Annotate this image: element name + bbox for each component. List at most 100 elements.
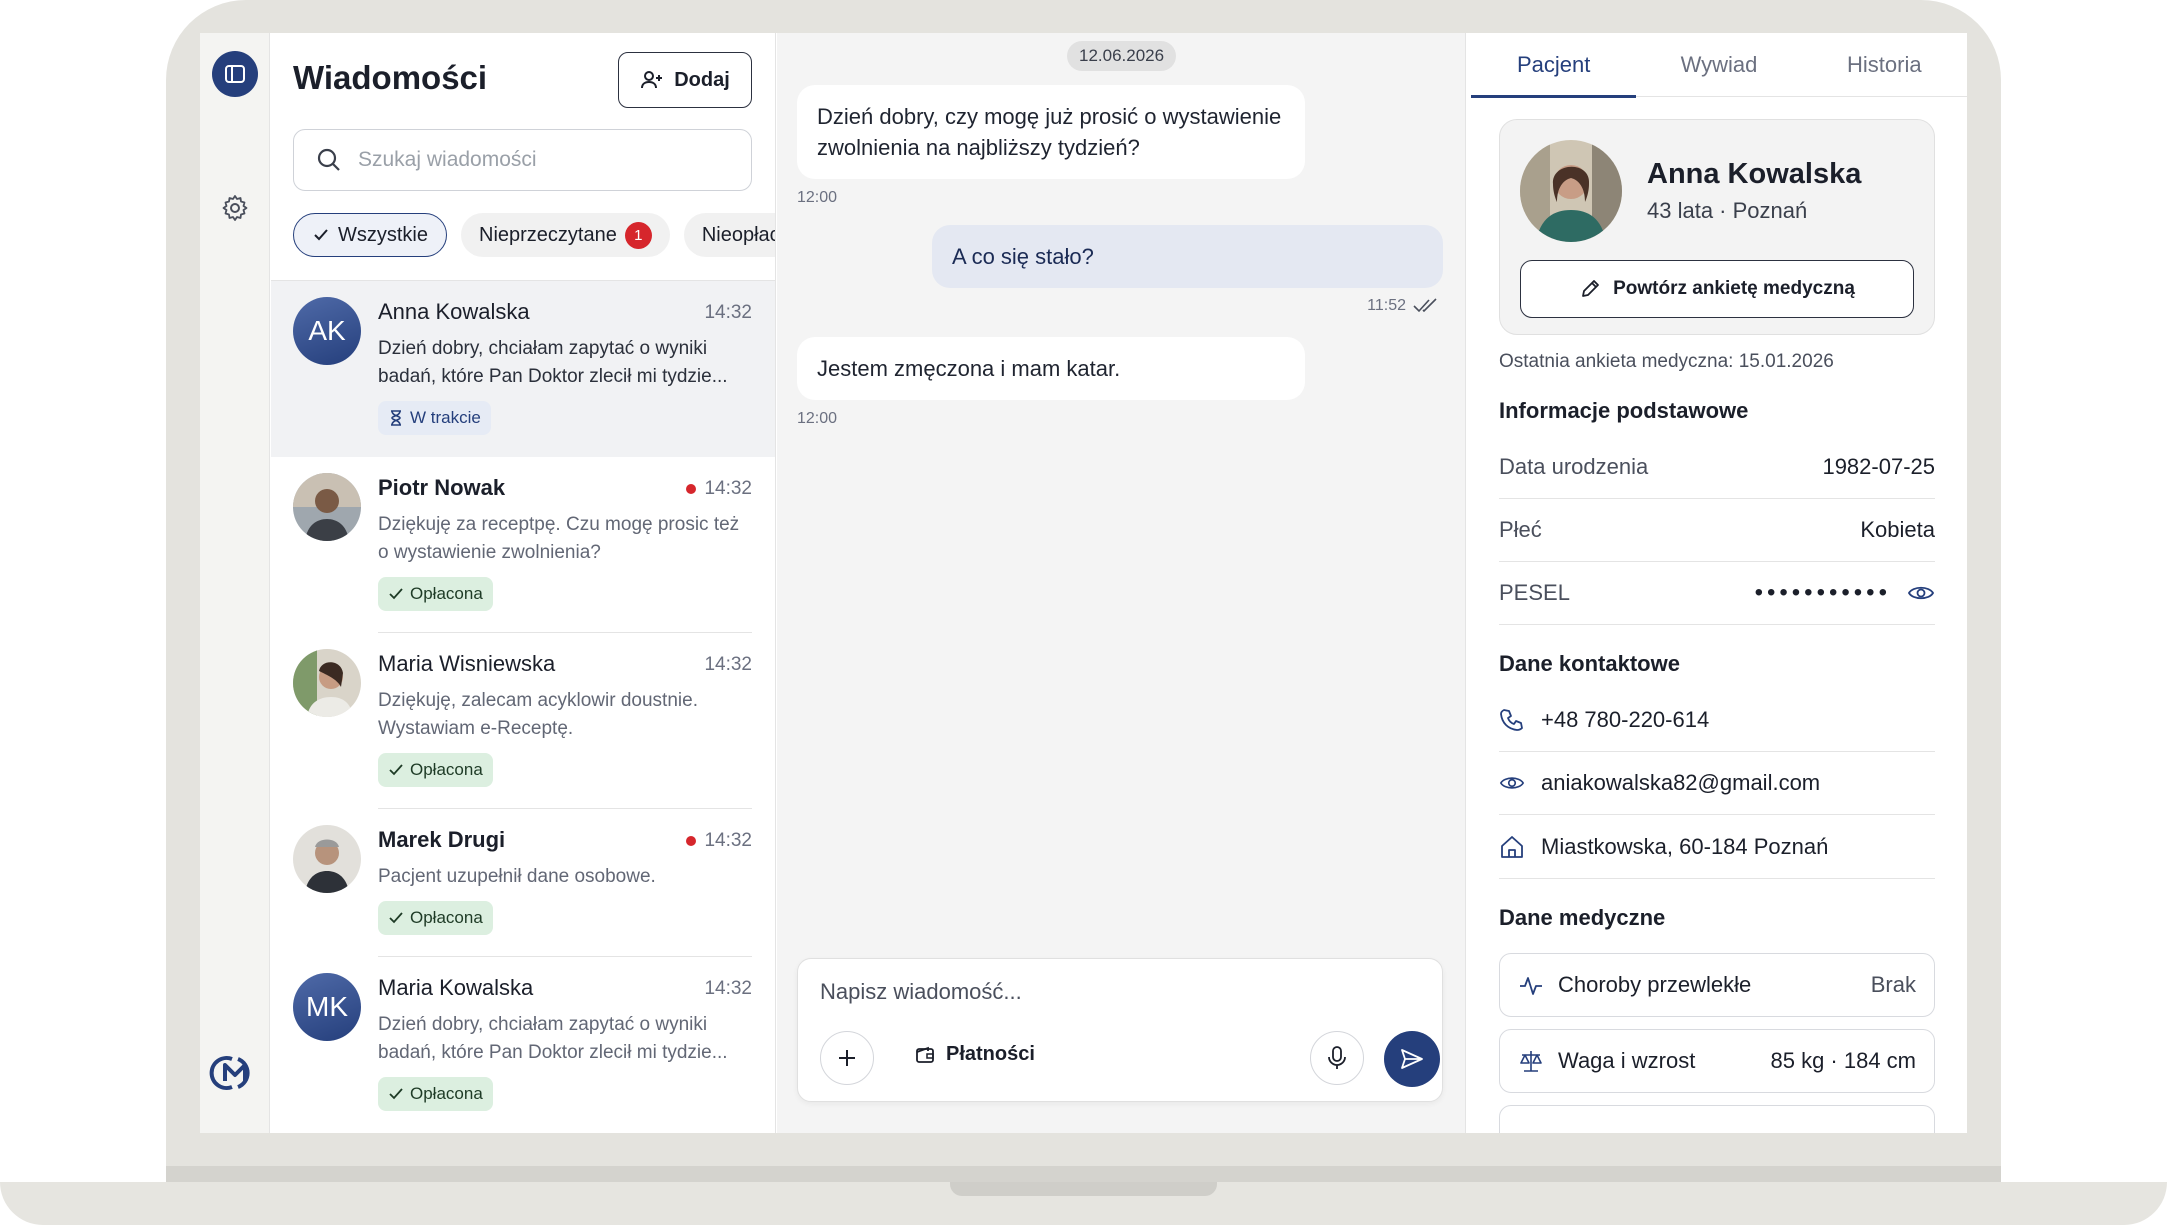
message-timestamp: 11:52 bbox=[1367, 297, 1442, 315]
laptop-notch bbox=[950, 1182, 1217, 1196]
add-button[interactable]: Dodaj bbox=[618, 52, 752, 108]
payments-label: Płatności bbox=[946, 1043, 1035, 1065]
pesel-masked: ••••••••••• bbox=[1754, 579, 1891, 606]
medical-card[interactable] bbox=[1499, 1105, 1935, 1133]
gear-icon bbox=[222, 195, 248, 221]
message-input[interactable] bbox=[820, 979, 1420, 1005]
patient-card: Anna Kowalska 43 lata · Poznań Powtórz a… bbox=[1499, 119, 1935, 335]
patient-avatar-photo bbox=[1520, 140, 1622, 242]
avatar-photo bbox=[293, 649, 361, 717]
tab-history[interactable]: Historia bbox=[1802, 33, 1967, 96]
check-icon bbox=[389, 912, 403, 924]
tab-patient[interactable]: Pacjent bbox=[1471, 33, 1637, 98]
check-icon bbox=[389, 588, 403, 600]
date-separator: 12.06.2026 bbox=[1067, 41, 1177, 71]
time-text: 12:00 bbox=[797, 410, 838, 427]
message-time: 14:32 bbox=[686, 478, 752, 500]
time-text: 14:32 bbox=[704, 478, 752, 499]
info-row: PESEL ••••••••••• bbox=[1499, 562, 1935, 625]
check-icon bbox=[389, 764, 403, 776]
status-text: Opłacona bbox=[410, 584, 483, 603]
contact-name: Maria Kowalska bbox=[378, 975, 534, 1000]
medical-card[interactable]: Choroby przewlekłe Brak bbox=[1499, 953, 1935, 1017]
patient-photo bbox=[1520, 140, 1622, 242]
avatar bbox=[293, 649, 361, 717]
conversation-item[interactable]: Marek Drugi 14:32 Pacjent uzupełnił dane… bbox=[271, 809, 775, 957]
page-title: Wiadomości bbox=[293, 59, 488, 96]
pesel-value-wrap: ••••••••••• bbox=[1755, 579, 1935, 607]
avatar-photo bbox=[293, 825, 361, 893]
check-icon bbox=[389, 1088, 403, 1100]
filter-unread-label: Nieprzeczytane bbox=[479, 223, 617, 246]
add-user-icon bbox=[641, 71, 663, 89]
medical-label: Waga i wzrost bbox=[1558, 1048, 1696, 1073]
time-text: 14:32 bbox=[704, 830, 752, 851]
message-preview: Dzień dobry, chciałam zapytać o wyniki b… bbox=[378, 338, 728, 387]
plus-icon bbox=[839, 1050, 855, 1066]
attach-button[interactable] bbox=[820, 1031, 874, 1085]
message-preview: Dziękuję, zalecam acyklowir doustnie. Wy… bbox=[378, 690, 698, 739]
filter-unpaid-chip[interactable]: Nieopłacone bbox=[683, 213, 775, 257]
info-row: Data urodzenia 1982-07-25 bbox=[1499, 436, 1935, 499]
avatar: AK bbox=[293, 297, 361, 365]
repeat-survey-button[interactable]: Powtórz ankietę medyczną bbox=[1520, 260, 1914, 318]
message-preview: Dziękuję za receptpę. Czu mogę prosic te… bbox=[378, 514, 740, 563]
home-address: Miastkowska, 60-184 Poznań bbox=[1541, 833, 1829, 859]
contact-row[interactable]: aniakowalska82@gmail.com bbox=[1499, 752, 1935, 815]
phone-icon bbox=[1500, 709, 1523, 731]
eye-icon[interactable] bbox=[1907, 583, 1935, 603]
avatar: MK bbox=[293, 973, 361, 1041]
filter-unread-chip[interactable]: Nieprzeczytane 1 bbox=[461, 213, 670, 257]
add-button-label: Dodaj bbox=[674, 68, 730, 91]
avatar bbox=[293, 825, 361, 893]
divider bbox=[1499, 878, 1935, 879]
message-preview: Dzień dobry, chciałam zapytać o wyniki b… bbox=[378, 1014, 728, 1063]
status-text: W trakcie bbox=[410, 408, 481, 427]
check-icon bbox=[314, 229, 328, 241]
contact-row[interactable]: +48 780-220-614 bbox=[1499, 689, 1935, 752]
patient-panel: Pacjent Wywiad Historia Anna Kowalska 43… bbox=[1467, 33, 1967, 1133]
hourglass-icon bbox=[391, 410, 401, 426]
section-title: Dane kontaktowe bbox=[1499, 651, 1680, 676]
filter-all-chip[interactable]: Wszystkie bbox=[293, 213, 447, 257]
email-address: aniakowalska82@gmail.com bbox=[1541, 770, 1821, 795]
patient-tabs: Pacjent Wywiad Historia bbox=[1471, 33, 1967, 98]
info-value: Kobieta bbox=[1860, 517, 1935, 542]
payments-button[interactable]: Płatności bbox=[914, 1043, 1035, 1066]
message-preview: Pacjent uzupełnił dane osobowe. bbox=[378, 866, 656, 887]
section-title: Dane medyczne bbox=[1499, 905, 1666, 930]
conversation-item[interactable]: Maria Wisniewska 14:32 Dziękuję, zalecam… bbox=[271, 633, 775, 809]
medical-card[interactable]: Waga i wzrost 85 kg · 184 cm bbox=[1499, 1029, 1935, 1093]
wallet-icon bbox=[916, 1046, 934, 1063]
microphone-icon bbox=[1328, 1046, 1346, 1069]
conversation-item[interactable]: MK Maria Kowalska 14:32 Dzień dobry, chc… bbox=[271, 957, 775, 1133]
medical-value: 85 kg · 184 cm bbox=[1770, 1048, 1916, 1073]
status-badge: W trakcie bbox=[378, 401, 491, 435]
cm-logo bbox=[209, 1056, 250, 1090]
avatar bbox=[293, 473, 361, 541]
message-timestamp: 12:00 bbox=[797, 189, 837, 207]
search-input[interactable] bbox=[358, 148, 718, 172]
send-icon bbox=[1401, 1049, 1423, 1069]
contact-name: Maria Wisniewska bbox=[378, 651, 556, 676]
status-badge: Opłacona bbox=[378, 901, 493, 935]
search-box[interactable] bbox=[293, 129, 752, 191]
scale-icon bbox=[1520, 1051, 1542, 1072]
info-label: Płeć bbox=[1499, 517, 1542, 542]
patient-name: Anna Kowalska bbox=[1647, 158, 1862, 190]
message-composer: Płatności bbox=[797, 958, 1443, 1102]
sidebar-toggle-button[interactable] bbox=[212, 51, 258, 97]
status-text: Opłacona bbox=[410, 760, 483, 779]
message-time: 14:32 bbox=[704, 978, 752, 1000]
incoming-message: Dzień dobry, czy mogę już prosić o wysta… bbox=[797, 85, 1305, 179]
chat-panel: 12.06.2026 Dzień dobry, czy mogę już pro… bbox=[777, 33, 1466, 1133]
tab-interview[interactable]: Wywiad bbox=[1636, 33, 1801, 96]
conversation-item[interactable]: Piotr Nowak 14:32 Dziękuję za receptpę. … bbox=[271, 457, 775, 633]
contact-name: Anna Kowalska bbox=[378, 299, 530, 324]
contact-row[interactable]: Miastkowska, 60-184 Poznań bbox=[1499, 815, 1935, 878]
voice-button[interactable] bbox=[1310, 1031, 1364, 1085]
send-button[interactable] bbox=[1384, 1031, 1440, 1087]
app-screen: Wiadomości Dodaj Wszystkie Nieprzeczytan… bbox=[200, 33, 1967, 1133]
nav-settings-button[interactable] bbox=[212, 185, 258, 231]
conversation-item[interactable]: AK Anna Kowalska 14:32 Dzień dobry, chci… bbox=[271, 281, 775, 457]
